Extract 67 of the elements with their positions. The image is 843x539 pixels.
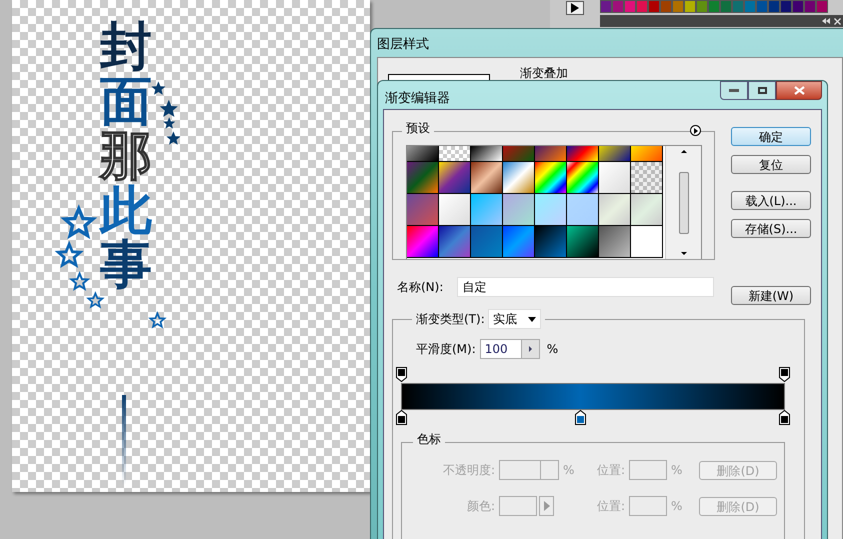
dialog-button[interactable]: 存储(S)... (731, 219, 811, 238)
field-label: 位置: (597, 498, 626, 515)
gradient-preset[interactable] (471, 162, 503, 194)
gradient-preset[interactable] (599, 146, 631, 162)
artwork-character: 面 (100, 74, 152, 130)
unit-label: % (563, 462, 576, 479)
gradient-preset[interactable] (471, 146, 503, 162)
gradient-preset[interactable] (631, 162, 663, 194)
gradient-preset[interactable] (439, 146, 471, 162)
play-icon[interactable] (566, 1, 584, 15)
dialog-button[interactable]: 载入(L)... (731, 191, 811, 210)
gradient-preset[interactable] (503, 226, 535, 258)
gradient-preset[interactable] (439, 194, 471, 226)
field-label: 渐变类型(T): (416, 311, 485, 328)
new-button[interactable]: 新建(W) (731, 286, 811, 305)
color-stop[interactable] (396, 410, 407, 425)
gradient-preset[interactable] (631, 194, 663, 226)
field-label: 颜色: (466, 498, 495, 515)
gradient-preset[interactable] (535, 194, 567, 226)
window-title: 渐变编辑器 (384, 90, 450, 108)
field-label: 平滑度(M): (416, 341, 476, 358)
unit-label: % (546, 341, 558, 358)
dialog-button[interactable]: 确定 (731, 127, 811, 146)
gradient-preset[interactable] (439, 162, 471, 194)
artwork-character: 那 (100, 129, 152, 184)
unit-label: % (671, 462, 684, 479)
field-label: 不透明度: (442, 462, 495, 479)
opacity-stop[interactable] (779, 367, 790, 382)
group-label: 预设 (402, 122, 434, 134)
gradient-bar[interactable] (401, 383, 785, 410)
gradient-preset[interactable] (599, 226, 631, 258)
artwork-character: 封 (100, 20, 152, 75)
dialog-button[interactable]: 复位 (731, 155, 811, 174)
unit-label: % (671, 498, 684, 515)
gradient-preset[interactable] (567, 226, 599, 258)
smoothness-field[interactable]: 100 (480, 339, 540, 359)
gradient-preset[interactable] (631, 226, 663, 258)
group-label: 色标 (413, 433, 445, 445)
gradient-preset[interactable] (567, 162, 599, 194)
gradient-preset[interactable] (567, 146, 599, 162)
gradient-preset[interactable] (535, 146, 567, 162)
group-label: 渐变叠加 (520, 66, 568, 80)
type-dropdown[interactable]: 实底 (488, 309, 541, 329)
minimize-icon[interactable] (720, 81, 748, 100)
gradient-preset[interactable] (407, 226, 439, 258)
collapse-icon[interactable] (822, 18, 830, 24)
close-icon[interactable] (776, 81, 822, 100)
gradient-preset[interactable] (631, 146, 663, 162)
color-stop[interactable] (779, 410, 790, 425)
gradient-preset[interactable] (599, 194, 631, 226)
gradient-preset[interactable] (503, 162, 535, 194)
window-title: 图层样式 (377, 36, 430, 54)
gradient-preset[interactable] (471, 194, 503, 226)
name-field[interactable]: 自定 (457, 277, 714, 297)
gradient-preset[interactable] (599, 162, 631, 194)
maximize-icon[interactable] (748, 81, 776, 100)
color-stop[interactable] (574, 410, 586, 425)
scrollbar[interactable] (665, 146, 701, 259)
field-label: 名称(N): (397, 279, 444, 296)
gradient-preset[interactable] (535, 162, 567, 194)
gradient-preset[interactable] (567, 194, 599, 226)
opacity-stop[interactable] (396, 367, 407, 382)
field-label: 位置: (597, 462, 626, 479)
artwork-character: 此 (100, 184, 152, 238)
gradient-preset[interactable] (503, 194, 535, 226)
gradient-preset[interactable] (407, 146, 439, 162)
artwork-character: 事 (100, 238, 152, 293)
